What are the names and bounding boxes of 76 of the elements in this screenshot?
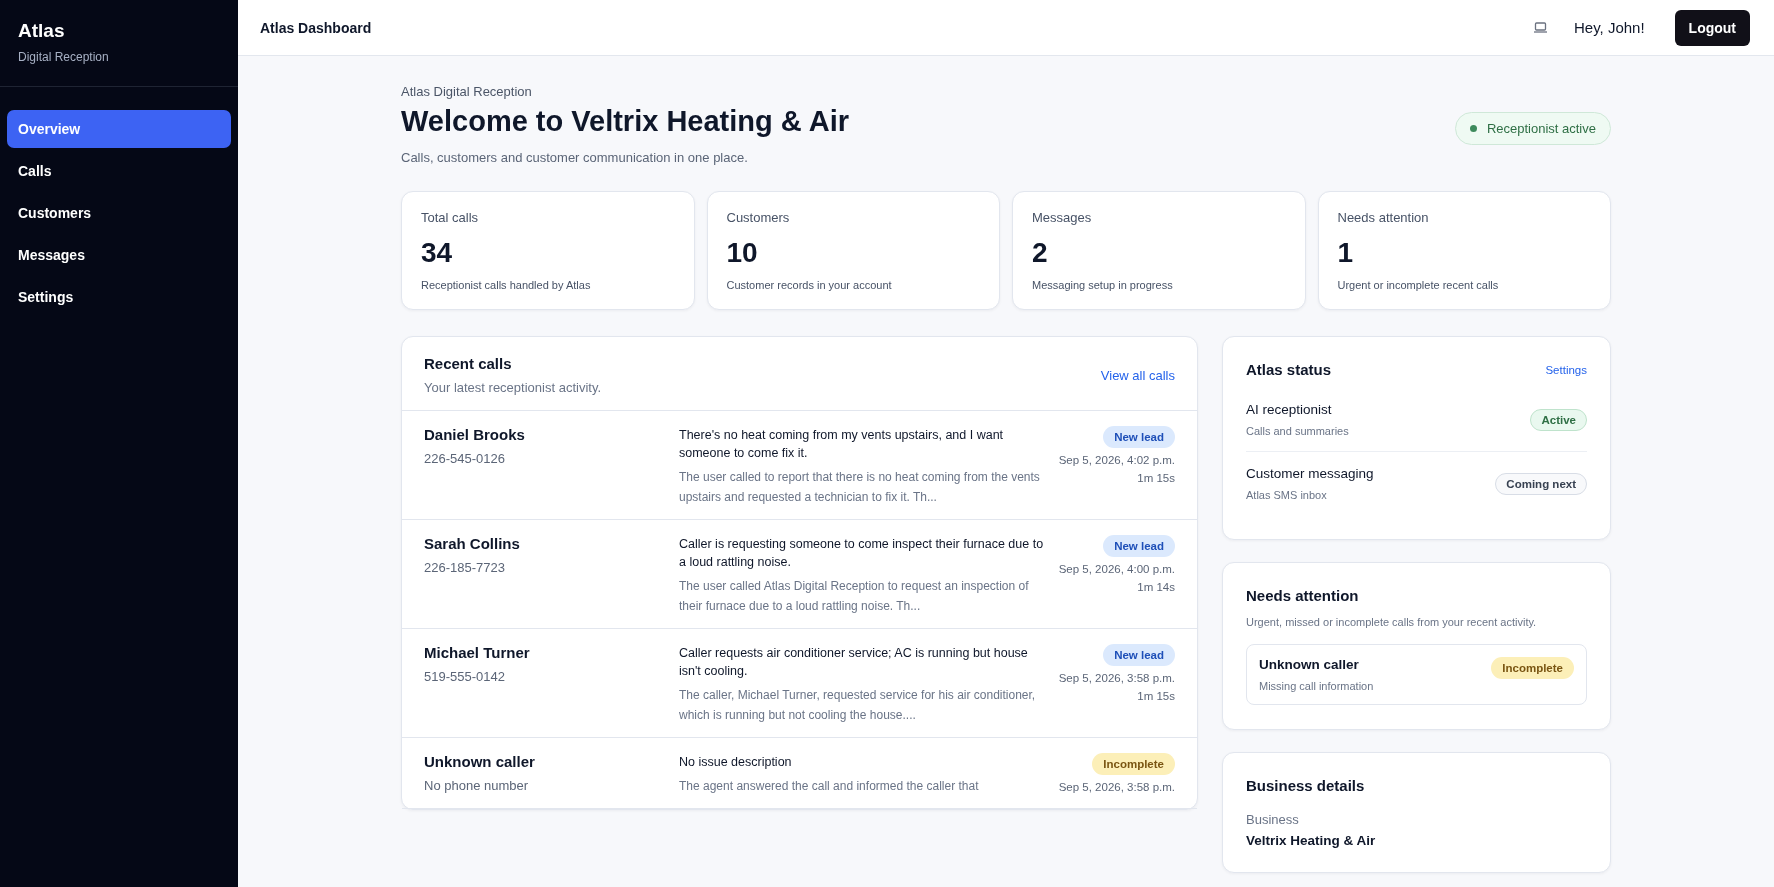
stat-value: 2 (1032, 237, 1049, 269)
welcome-heading: Welcome to Veltrix Heating & Air (401, 105, 849, 138)
caller-phone: 226-185-7723 (424, 560, 506, 575)
status-badge: New lead (1103, 426, 1175, 448)
laptop-icon[interactable] (1533, 21, 1548, 34)
card-subtitle: Urgent, missed or incomplete calls from your recent activity. (1246, 616, 1538, 628)
status-badge: Incomplete (1092, 753, 1175, 775)
card-title: Atlas status (1246, 361, 1332, 378)
nav-item[interactable]: Customers (7, 194, 231, 232)
stat-label: Needs attention (1337, 210, 1430, 225)
stat-label: Customers (726, 210, 791, 225)
caller-phone: 226-545-0126 (424, 451, 506, 466)
status-item-detail: Calls and summaries (1246, 425, 1349, 437)
stat-value: 34 (421, 237, 454, 269)
stat-note: Messaging setup in progress (1032, 279, 1174, 291)
stat-note: Urgent or incomplete recent calls (1337, 279, 1500, 291)
caller-name: Michael Turner (424, 644, 531, 661)
stat-note: Receptionist calls handled by Atlas (421, 279, 592, 291)
call-time: Sep 5, 2026, 4:02 p.m. (1058, 454, 1175, 466)
nav-item[interactable]: Calls (7, 152, 231, 190)
nav-item[interactable]: Overview (7, 110, 231, 148)
page-title: Atlas Dashboard (260, 19, 373, 36)
status-item-name: Customer messaging (1246, 466, 1374, 481)
status-badge: Coming next (1495, 472, 1587, 495)
caller-name: Daniel Brooks (424, 426, 526, 443)
call-row[interactable]: Unknown caller No phone number No issue description The agent answered the call and informed the caller that Incomplete Sep 5, 2026, 3:58 p.m. (402, 738, 1197, 809)
stat-note: Customer records in your account (726, 279, 893, 291)
call-issue: There's no heat coming from my vents upstairs, and I want someone to come fix it. (679, 427, 1005, 462)
call-summary: The caller, Michael Turner, requested service for his air conditioner, which is running but not cooling the house.... (679, 687, 1037, 724)
status-badge: Incomplete (1491, 657, 1574, 679)
subtitle-text: Calls, customers and customer communication in one place. (401, 150, 749, 165)
stat-value: 10 (726, 237, 759, 269)
call-issue: No issue description (679, 754, 793, 771)
attention-item[interactable]: Unknown caller Missing call information Incomplete (1246, 644, 1587, 705)
brand-name: Atlas (18, 20, 66, 42)
call-duration: 1m 15s (1137, 472, 1175, 484)
brand-tagline: Digital Reception (18, 50, 110, 64)
call-issue: Caller requests air conditioner service; AC is running but house isn't cooling. (679, 645, 1029, 680)
call-time: Sep 5, 2026, 4:00 p.m. (1058, 563, 1175, 575)
status-badge: New lead (1103, 644, 1175, 666)
call-duration: 1m 14s (1137, 581, 1175, 593)
call-duration: 1m 15s (1137, 690, 1175, 702)
detail-value: Veltrix Heating & Air (1246, 833, 1377, 848)
status-dot-icon (1469, 125, 1477, 132)
attention-item-name: Unknown caller (1259, 657, 1360, 672)
card-title: Recent calls (424, 355, 513, 372)
caller-name: Unknown caller (424, 753, 536, 770)
call-time: Sep 5, 2026, 3:58 p.m. (1058, 672, 1175, 684)
attention-item-detail: Missing call information (1259, 680, 1374, 692)
nav-item[interactable]: Messages (7, 236, 231, 274)
status-item-detail: Atlas SMS inbox (1246, 489, 1328, 501)
detail-label: Business (1246, 812, 1300, 827)
call-summary: The user called Atlas Digital Reception to request an inspection of their furnace due to a loud rattling noise. Th... (679, 578, 1030, 615)
card-title: Needs attention (1246, 587, 1360, 604)
card-title: Business details (1246, 777, 1366, 794)
status-pill: Receptionist active (1454, 112, 1611, 145)
call-issue: Caller is requesting someone to come inspect their furnace due to a loud rattling noise. (679, 536, 1045, 571)
caller-name: Sarah Collins (424, 535, 521, 552)
stat-value: 1 (1337, 237, 1355, 269)
settings-link[interactable]: Settings (1545, 363, 1587, 376)
view-all-calls-link[interactable]: View all calls (1100, 367, 1175, 383)
greeting-text: Hey, John! (1574, 19, 1645, 36)
caller-phone: 519-555-0142 (424, 669, 506, 684)
status-badge: Active (1530, 408, 1587, 431)
nav-item[interactable]: Settings (7, 278, 231, 316)
caller-phone: No phone number (424, 778, 530, 793)
eyebrow-text: Atlas Digital Reception (401, 84, 533, 99)
call-summary: The agent answered the call and informed the caller that (679, 778, 980, 795)
stat-label: Total calls (421, 210, 480, 225)
stat-label: Messages (1032, 210, 1093, 225)
status-item-name: AI receptionist (1246, 402, 1333, 417)
call-time: Sep 5, 2026, 3:58 p.m. (1058, 781, 1175, 793)
card-subtitle: Your latest receptionist activity. (424, 380, 602, 395)
logout-button[interactable]: Logout (1674, 9, 1750, 46)
call-summary: The user called to report that there is no heat coming from the vents upstairs and requested a technician to fix it. Th... (679, 469, 1041, 506)
status-badge: New lead (1103, 535, 1175, 557)
